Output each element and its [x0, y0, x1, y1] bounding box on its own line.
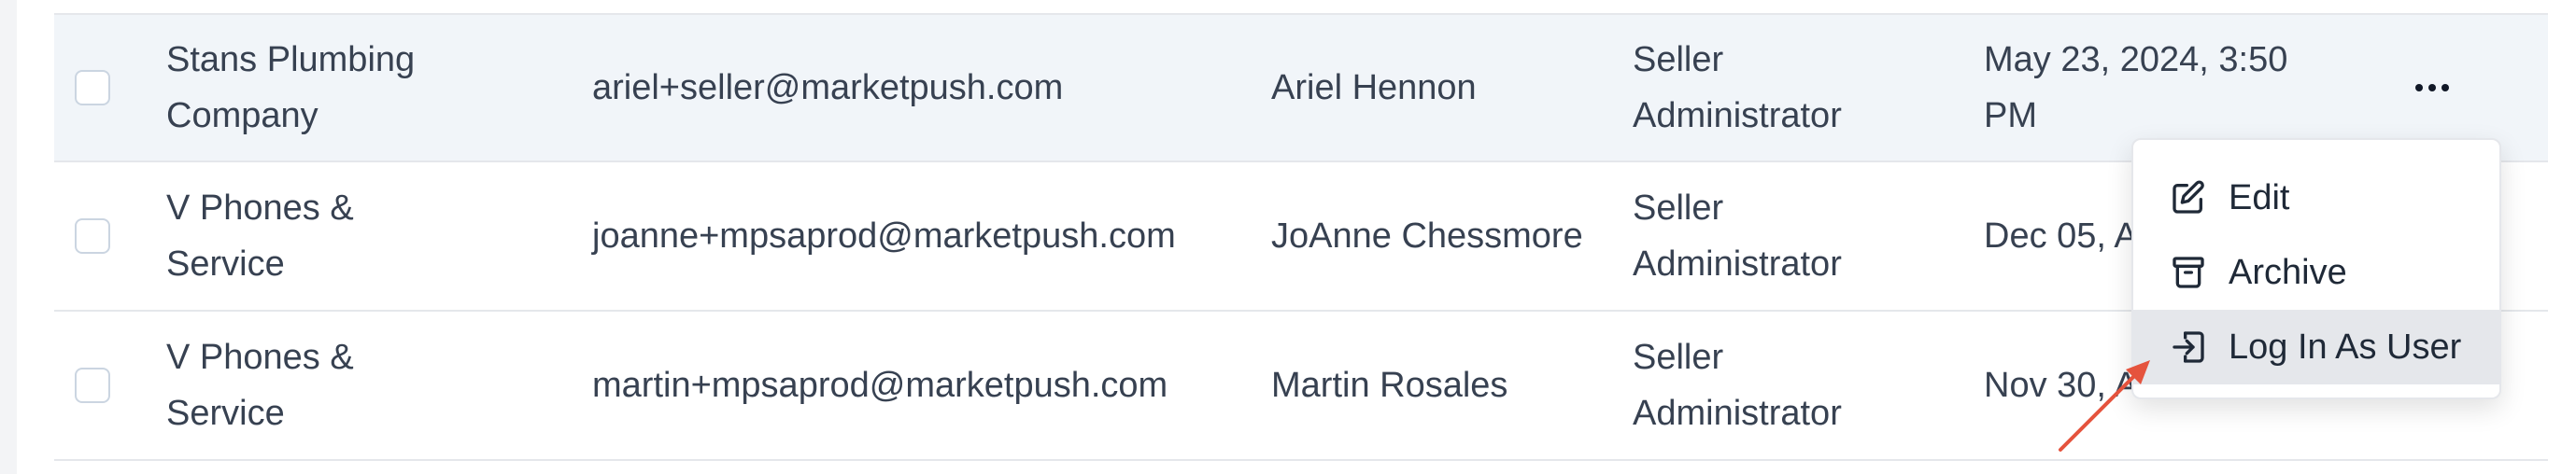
row-checkbox[interactable]: [75, 368, 110, 403]
archive-icon: [2169, 253, 2208, 292]
screen: Stans Plumbing Company ariel+seller@mark…: [0, 0, 2576, 474]
users-table-card: Stans Plumbing Company ariel+seller@mark…: [17, 0, 2576, 474]
email-cell: martin+mpsaprod@marketpush.com: [592, 366, 1168, 405]
role-cell: Seller Administrator: [1633, 188, 1842, 284]
edit-icon: [2169, 178, 2208, 217]
menu-item-label: Log In As User: [2229, 327, 2462, 367]
row-checkbox[interactable]: [75, 218, 110, 254]
role-cell: Seller Administrator: [1633, 40, 1842, 135]
login-icon: [2169, 328, 2208, 367]
name-cell: Ariel Hennon: [1271, 68, 1477, 107]
menu-item-label: Edit: [2229, 177, 2290, 217]
date-cell: May 23, 2024, 3:50 PM: [1984, 40, 2288, 135]
dot-icon: [2442, 84, 2449, 91]
more-actions-icon[interactable]: [2404, 69, 2460, 106]
name-cell: JoAnne Chessmore: [1271, 216, 1583, 256]
company-cell: V Phones & Service: [166, 188, 354, 284]
menu-item-log-in-as-user[interactable]: Log In As User: [2133, 310, 2499, 384]
email-cell: joanne+mpsaprod@marketpush.com: [592, 216, 1176, 256]
name-cell: Martin Rosales: [1271, 366, 1508, 405]
menu-item-label: Archive: [2229, 252, 2347, 292]
dot-icon: [2428, 84, 2436, 91]
row-checkbox[interactable]: [75, 70, 110, 105]
dot-icon: [2415, 84, 2423, 91]
company-cell: V Phones & Service: [166, 338, 354, 433]
row-actions-menu: Edit Archive Log In As User: [2131, 138, 2501, 399]
role-cell: Seller Administrator: [1633, 338, 1842, 433]
email-cell: ariel+seller@marketpush.com: [592, 68, 1064, 107]
menu-item-archive[interactable]: Archive: [2133, 235, 2499, 310]
company-cell: Stans Plumbing Company: [166, 40, 416, 135]
menu-item-edit[interactable]: Edit: [2133, 160, 2499, 235]
